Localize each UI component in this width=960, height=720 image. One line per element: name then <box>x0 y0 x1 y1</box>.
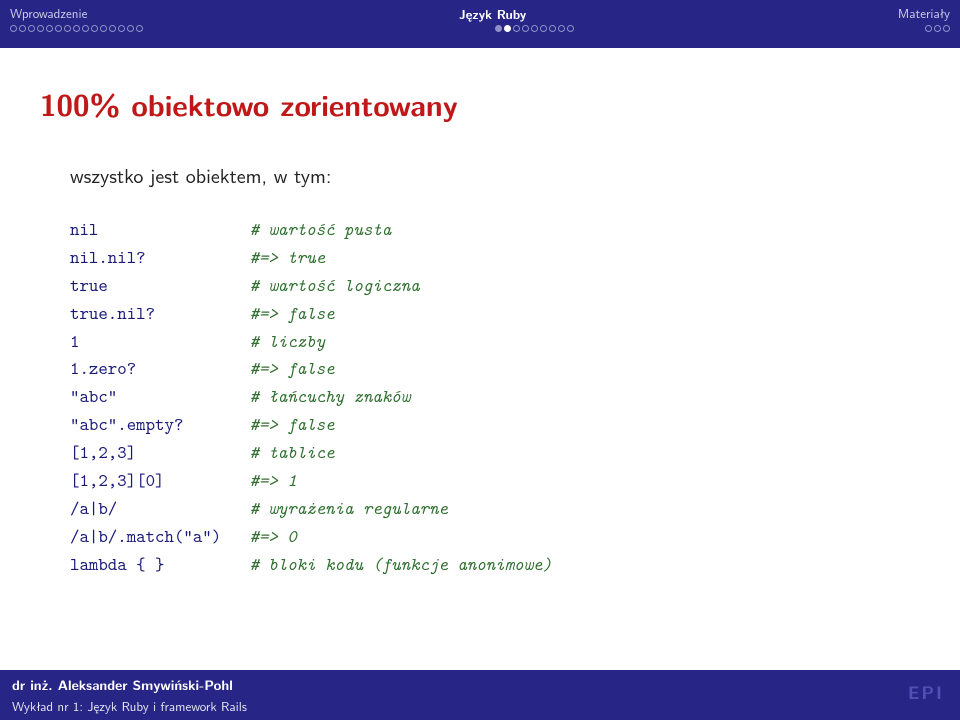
code-expr: /a|b/ <box>70 496 250 520</box>
progress-dot[interactable] <box>55 25 62 32</box>
progress-dot[interactable] <box>10 25 17 32</box>
header: Wprowadzenie Język Ruby Materiały <box>0 0 960 48</box>
code-expr: nil.nil? <box>70 245 250 269</box>
code-comment: # liczby <box>250 329 326 353</box>
code-line: nil.nil? #=> true <box>70 244 920 272</box>
code-comment: #=> false <box>250 356 335 380</box>
tab-wprowadzenie[interactable]: Wprowadzenie <box>10 4 87 23</box>
progress-dot[interactable] <box>37 25 44 32</box>
progress-dot[interactable] <box>19 25 26 32</box>
code-comment: #=> 0 <box>250 524 297 548</box>
code-expr: "abc" <box>70 384 250 408</box>
code-line: "abc" # łańcuchy znaków <box>70 383 920 411</box>
code-expr: true <box>70 273 250 297</box>
footer-logo: EPI <box>908 680 944 705</box>
code-comment: #=> false <box>250 301 335 325</box>
footer-author: dr inż. Aleksander Smywiński-Pohl <box>12 675 948 695</box>
code-expr: true.nil? <box>70 301 250 325</box>
progress-dot[interactable] <box>558 25 565 32</box>
code-line: lambda { } # bloki kodu (funkcje anonimo… <box>70 551 920 579</box>
progress-dots-center <box>495 25 574 32</box>
code-line: 1 # liczby <box>70 328 920 356</box>
progress-dot[interactable] <box>73 25 80 32</box>
slide-content: 100% obiektowo zorientowany wszystko jes… <box>0 48 960 579</box>
code-line: /a|b/.match("a") #=> 0 <box>70 523 920 551</box>
code-expr: "abc".empty? <box>70 412 250 436</box>
code-line: [1,2,3] # tablice <box>70 439 920 467</box>
code-line: true.nil? #=> false <box>70 300 920 328</box>
progress-dot[interactable] <box>522 25 529 32</box>
code-expr: 1.zero? <box>70 356 250 380</box>
progress-dot[interactable] <box>100 25 107 32</box>
code-line: 1.zero? #=> false <box>70 355 920 383</box>
progress-dot[interactable] <box>64 25 71 32</box>
code-comment: # wyrażenia regularne <box>250 496 448 520</box>
progress-dot[interactable] <box>925 25 932 32</box>
code-expr: 1 <box>70 329 250 353</box>
tab-materialy[interactable]: Materiały <box>898 4 950 23</box>
progress-dot[interactable] <box>934 25 941 32</box>
progress-dot[interactable] <box>504 25 511 32</box>
code-comment: # bloki kodu (funkcje anonimowe) <box>250 552 552 576</box>
tab-jezyk-ruby[interactable]: Język Ruby <box>459 4 526 23</box>
progress-dots-right <box>925 25 950 32</box>
code-line: "abc".empty? #=> false <box>70 411 920 439</box>
progress-dot[interactable] <box>127 25 134 32</box>
slide-intro: wszystko jest obiektem, w tym: <box>70 161 920 190</box>
code-expr: [1,2,3] <box>70 440 250 464</box>
progress-dot[interactable] <box>136 25 143 32</box>
code-comment: # wartość pusta <box>250 217 392 241</box>
code-line: nil # wartość pusta <box>70 216 920 244</box>
slide-title: 100% obiektowo zorientowany <box>40 82 920 125</box>
progress-dot[interactable] <box>91 25 98 32</box>
progress-dot[interactable] <box>549 25 556 32</box>
footer-lecture: Wykład nr 1: Język Ruby i framework Rail… <box>12 697 948 716</box>
code-comment: #=> true <box>250 245 326 269</box>
footer: dr inż. Aleksander Smywiński-Pohl Wykład… <box>0 670 960 720</box>
progress-dot[interactable] <box>943 25 950 32</box>
progress-dots-left <box>10 25 143 32</box>
header-tabs: Wprowadzenie Język Ruby Materiały <box>0 0 960 23</box>
code-comment: # łańcuchy znaków <box>250 384 411 408</box>
code-comment: #=> false <box>250 412 335 436</box>
code-comment: # wartość logiczna <box>250 273 420 297</box>
progress-dot[interactable] <box>531 25 538 32</box>
progress-dot[interactable] <box>28 25 35 32</box>
code-line: [1,2,3][0] #=> 1 <box>70 467 920 495</box>
code-comment: # tablice <box>250 440 335 464</box>
code-block: nil # wartość pustanil.nil? #=> truetrue… <box>70 216 920 579</box>
code-expr: nil <box>70 217 250 241</box>
progress-dot[interactable] <box>495 25 502 32</box>
code-line: /a|b/ # wyrażenia regularne <box>70 495 920 523</box>
progress-dot[interactable] <box>540 25 547 32</box>
progress-dot[interactable] <box>82 25 89 32</box>
code-expr: lambda { } <box>70 552 250 576</box>
code-expr: [1,2,3][0] <box>70 468 250 492</box>
progress-dot[interactable] <box>513 25 520 32</box>
code-comment: #=> 1 <box>250 468 297 492</box>
progress-row <box>0 23 960 36</box>
progress-dot[interactable] <box>109 25 116 32</box>
progress-dot[interactable] <box>118 25 125 32</box>
progress-dot[interactable] <box>46 25 53 32</box>
progress-dot[interactable] <box>567 25 574 32</box>
code-expr: /a|b/.match("a") <box>70 524 250 548</box>
code-line: true # wartość logiczna <box>70 272 920 300</box>
